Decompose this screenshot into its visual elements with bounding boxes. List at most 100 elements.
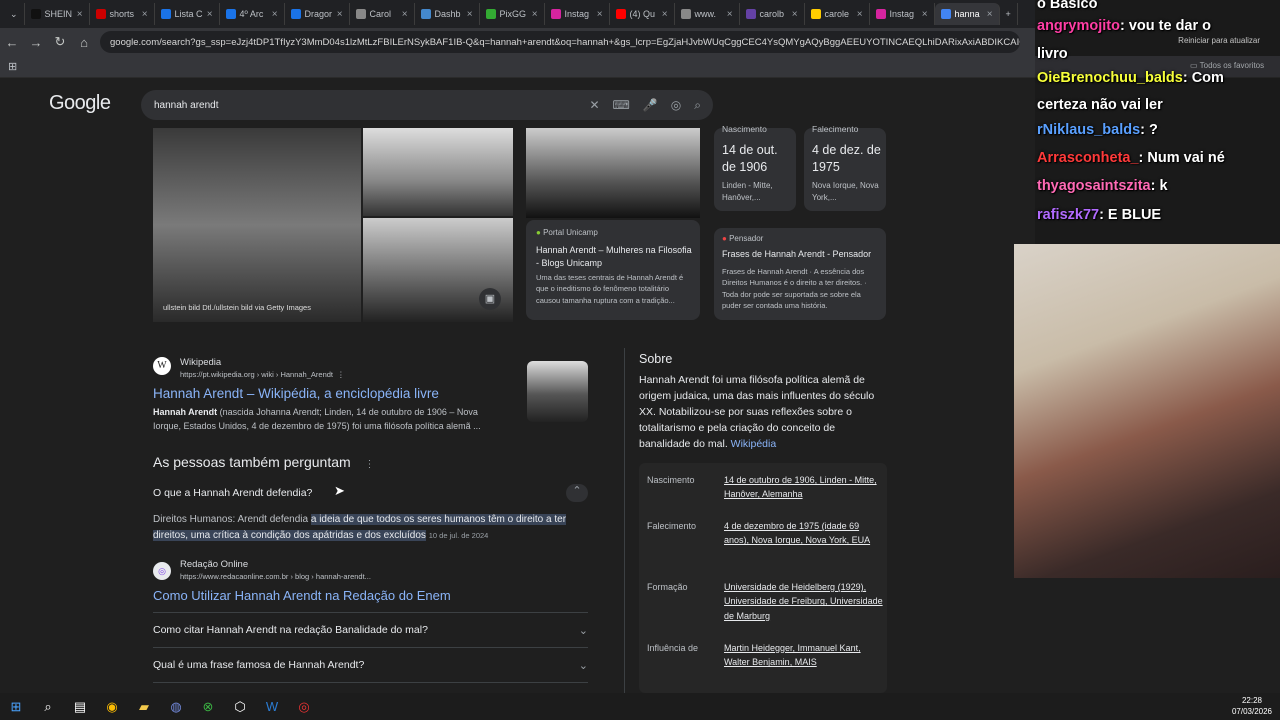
death-card[interactable]: Falecimento 4 de dez. de 1975 Nova Iorqu… <box>804 124 886 211</box>
home-icon[interactable]: ⌂ <box>72 35 96 50</box>
paa-src-site: Redação Online <box>180 559 249 570</box>
lens-icon[interactable]: ◎ <box>671 98 681 113</box>
portrait-image-main[interactable]: ullstein bild Dtl./ullstein bild via Get… <box>153 128 361 322</box>
task-view-icon[interactable]: ▤ <box>64 699 96 715</box>
webcam-feed <box>1014 244 1280 578</box>
browser-tab[interactable]: Dragor × <box>285 3 350 25</box>
close-tab-icon[interactable]: × <box>662 9 668 20</box>
word-icon[interactable]: W <box>256 699 288 714</box>
browser-tab[interactable]: Carol × <box>350 3 415 25</box>
file-explorer-icon[interactable]: ▰ <box>128 699 160 715</box>
paa-question-2[interactable]: Como citar Hannah Arendt na redação Bana… <box>153 624 588 637</box>
wiki-title-link[interactable]: Hannah Arendt – Wikipédia, a enciclopédi… <box>153 386 439 401</box>
google-logo[interactable]: Google <box>49 92 111 115</box>
wiki-thumbnail[interactable] <box>527 361 588 422</box>
more-options-icon[interactable]: ⋮ <box>337 370 345 379</box>
fact-value[interactable]: 4 de dezembro de 1975 (idade 69 anos), N… <box>724 519 884 548</box>
search-input[interactable]: hannah arendt ✕ ⌨ 🎤 ◎ ⌕ <box>141 90 713 120</box>
chat-username: rNiklaus_balds <box>1037 122 1141 138</box>
close-tab-icon[interactable]: × <box>987 9 993 20</box>
browser-tab[interactable]: (4) Qu × <box>610 3 675 25</box>
pensador-card[interactable]: ● Pensador Frases de Hannah Arendt - Pen… <box>714 228 886 320</box>
browser-tab[interactable]: Dashb × <box>415 3 480 25</box>
favicon-icon <box>355 9 366 19</box>
fact-value[interactable]: Martin Heidegger, Immanuel Kant, Walter … <box>724 641 884 670</box>
reload-icon[interactable]: ↻ <box>48 34 72 50</box>
chevron-down-icon[interactable]: ⌄ <box>579 624 588 637</box>
paa-src-title-link[interactable]: Como Utilizar Hannah Arendt na Redação d… <box>153 588 451 603</box>
close-tab-icon[interactable]: × <box>402 9 408 20</box>
chat-message: rNiklaus_balds: ? <box>1037 122 1158 138</box>
browser-tab[interactable]: carole × <box>805 3 870 25</box>
chevron-up-icon[interactable]: ⌃ <box>566 484 588 502</box>
unicamp-snippet: Uma das teses centrais de Hannah Arendt … <box>536 273 684 305</box>
unicamp-card[interactable]: ● Portal Unicamp Hannah Arendt – Mulhere… <box>526 220 700 320</box>
chat-message: Arrasconheta_: Num vai né <box>1037 150 1225 166</box>
paa-more-icon[interactable]: ⋮ <box>365 459 375 470</box>
close-tab-icon[interactable]: × <box>142 9 148 20</box>
search-icon[interactable]: ⌕ <box>694 98 701 113</box>
address-bar[interactable]: google.com/search?gs_ssp=eJzj4tDP1TfIyzY… <box>100 31 1020 53</box>
chat-message: rafiszk77: E BLUE <box>1037 207 1161 223</box>
fact-value[interactable]: Universidade de Heidelberg (1929), Unive… <box>724 580 884 623</box>
chrome-icon[interactable]: ◉ <box>96 699 128 715</box>
about-source-link[interactable]: Wikipédia <box>731 438 777 450</box>
portrait-image-2[interactable] <box>363 128 513 216</box>
tab-label: Dragor <box>304 9 333 19</box>
fact-value[interactable]: 14 de outubro de 1906, Linden - Mitte, H… <box>724 473 884 502</box>
paa-question-1[interactable]: O que a Hannah Arendt defendia? ⌃ <box>153 484 588 502</box>
discord-icon[interactable]: ◍ <box>160 699 192 715</box>
browser-tab[interactable]: hanna × <box>934 3 1000 25</box>
browser-tab[interactable]: PixGG × <box>480 3 545 25</box>
xbox-icon[interactable]: ⊗ <box>192 699 224 715</box>
wiki-snippet: Hannah Arendt (nascida Johanna Arendt; L… <box>153 405 503 434</box>
death-place: Nova Iorque, Nova York,... <box>812 181 879 202</box>
close-tab-icon[interactable]: × <box>207 9 213 20</box>
browser-tab[interactable]: shorts × <box>90 3 155 25</box>
close-tab-icon[interactable]: × <box>922 9 928 20</box>
portrait-image-4[interactable] <box>526 128 700 218</box>
close-tab-icon[interactable]: × <box>857 9 863 20</box>
keyboard-icon[interactable]: ⌨ <box>613 98 630 113</box>
chat-text: : k <box>1150 178 1168 194</box>
image-search-icon[interactable]: ▣ <box>479 288 501 310</box>
chat-username: Arrasconheta_ <box>1037 150 1139 166</box>
close-tab-icon[interactable]: × <box>77 9 83 20</box>
chevron-down-icon[interactable]: ⌄ <box>579 659 588 672</box>
close-tab-icon[interactable]: × <box>792 9 798 20</box>
close-tab-icon[interactable]: × <box>337 9 343 20</box>
obs-icon[interactable]: ◎ <box>288 699 320 715</box>
portrait-image-3[interactable]: ▣ <box>363 218 513 322</box>
windows-start-icon[interactable]: ⊞ <box>0 699 32 715</box>
wiki-url-text: https://pt.wikipedia.org › wiki › Hannah… <box>180 370 333 379</box>
close-tab-icon[interactable]: × <box>467 9 473 20</box>
browser-tab[interactable]: 4º Arc × <box>220 3 285 25</box>
mic-icon[interactable]: 🎤 <box>643 98 658 113</box>
search-icon[interactable]: ⌕ <box>32 699 64 715</box>
shield-icon[interactable]: ⬡ <box>224 699 256 715</box>
close-tab-icon[interactable]: × <box>272 9 278 20</box>
about-heading: Sobre <box>639 352 673 366</box>
birth-card[interactable]: Nascimento 14 de out. de 1906 Linden - M… <box>714 124 796 211</box>
browser-tab[interactable]: Instag × <box>870 3 935 25</box>
browser-tab[interactable]: Lista C × <box>155 3 220 25</box>
apps-icon[interactable]: ⊞ <box>8 60 17 73</box>
pensador-title: Frases de Hannah Arendt - Pensador <box>722 249 872 259</box>
new-tab-icon[interactable]: + <box>1000 3 1018 25</box>
forward-icon[interactable]: → <box>24 35 48 50</box>
close-tab-icon[interactable]: × <box>597 9 603 20</box>
clear-icon[interactable]: ✕ <box>589 98 599 113</box>
back-icon[interactable]: ← <box>0 35 24 50</box>
paa-question-3[interactable]: Qual é uma frase famosa de Hannah Arendt… <box>153 659 588 672</box>
browser-tab[interactable]: SHEIN × <box>25 3 90 25</box>
browser-tab[interactable]: carolb × <box>740 3 805 25</box>
stream-chat: o Basico angrymojito: vou te dar o livro O… <box>1035 0 1280 244</box>
clock[interactable]: 22:28 07/03/2026 <box>1232 696 1280 717</box>
close-tab-icon[interactable]: × <box>532 9 538 20</box>
browser-tab[interactable]: Instag × <box>545 3 610 25</box>
tab-search-icon[interactable]: ⌄ <box>4 3 25 25</box>
close-tab-icon[interactable]: × <box>727 9 733 20</box>
browser-tab[interactable]: www. × <box>675 3 740 25</box>
pensador-icon: ● <box>722 234 727 243</box>
chat-message: certeza não vai ler <box>1037 97 1163 113</box>
